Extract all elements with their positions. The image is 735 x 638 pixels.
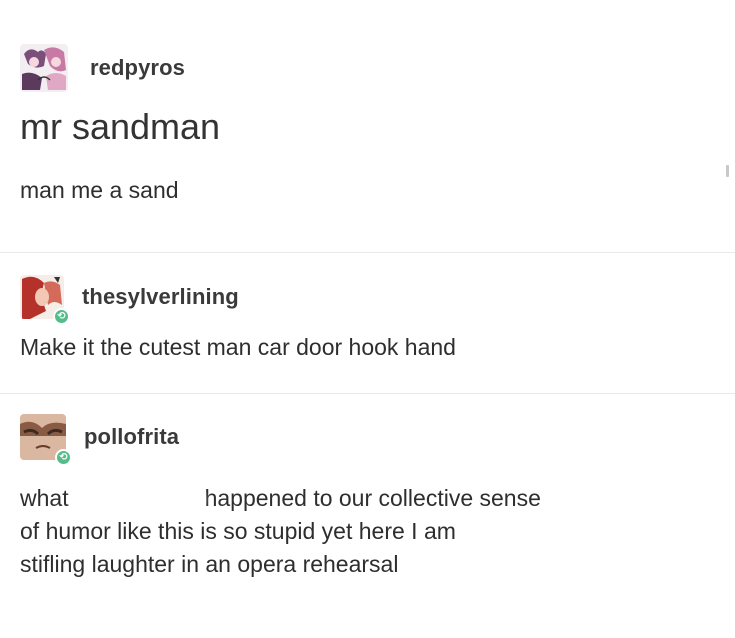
post-section-redpyros: redpyros mr sandman man me a sand: [0, 0, 735, 203]
post-body: man me a sand: [20, 177, 179, 203]
username[interactable]: pollofrita: [84, 424, 179, 450]
blurred-area: [68, 488, 205, 511]
tumblr-post: redpyros mr sandman man me a sand ⟲ thes…: [0, 0, 735, 581]
username[interactable]: redpyros: [90, 55, 185, 81]
body-line-continued: happened to our collective sense: [204, 485, 541, 511]
body-line: of humor like this is so stupid yet here…: [20, 518, 456, 544]
body-line: what happened to our collective sense: [20, 482, 735, 515]
avatar-anime-icon[interactable]: [20, 44, 68, 92]
post-section-pollofrita: ⟲ pollofrita what happened to our collect…: [0, 394, 735, 581]
post-section-thesylverlining: ⟲ thesylverlining Make it the cutest man…: [0, 253, 735, 393]
username[interactable]: thesylverlining: [82, 284, 239, 310]
post-body: what happened to our collective sense of …: [20, 482, 735, 581]
avatar-face-icon[interactable]: ⟲: [20, 414, 72, 466]
user-row: ⟲ pollofrita: [20, 414, 735, 466]
post-body: Make it the cutest man car door hook han…: [20, 334, 456, 360]
scrollbar-marker[interactable]: [726, 165, 729, 177]
user-row: redpyros: [20, 44, 735, 92]
body-word: what: [20, 485, 69, 511]
post-title: mr sandman: [20, 106, 221, 147]
reblog-icon: ⟲: [53, 308, 70, 325]
user-row: ⟲ thesylverlining: [20, 275, 735, 325]
body-line: stifling laughter in an opera rehearsal: [20, 551, 399, 577]
reblog-icon: ⟲: [55, 449, 72, 466]
avatar-red-hair-icon[interactable]: ⟲: [20, 275, 70, 325]
